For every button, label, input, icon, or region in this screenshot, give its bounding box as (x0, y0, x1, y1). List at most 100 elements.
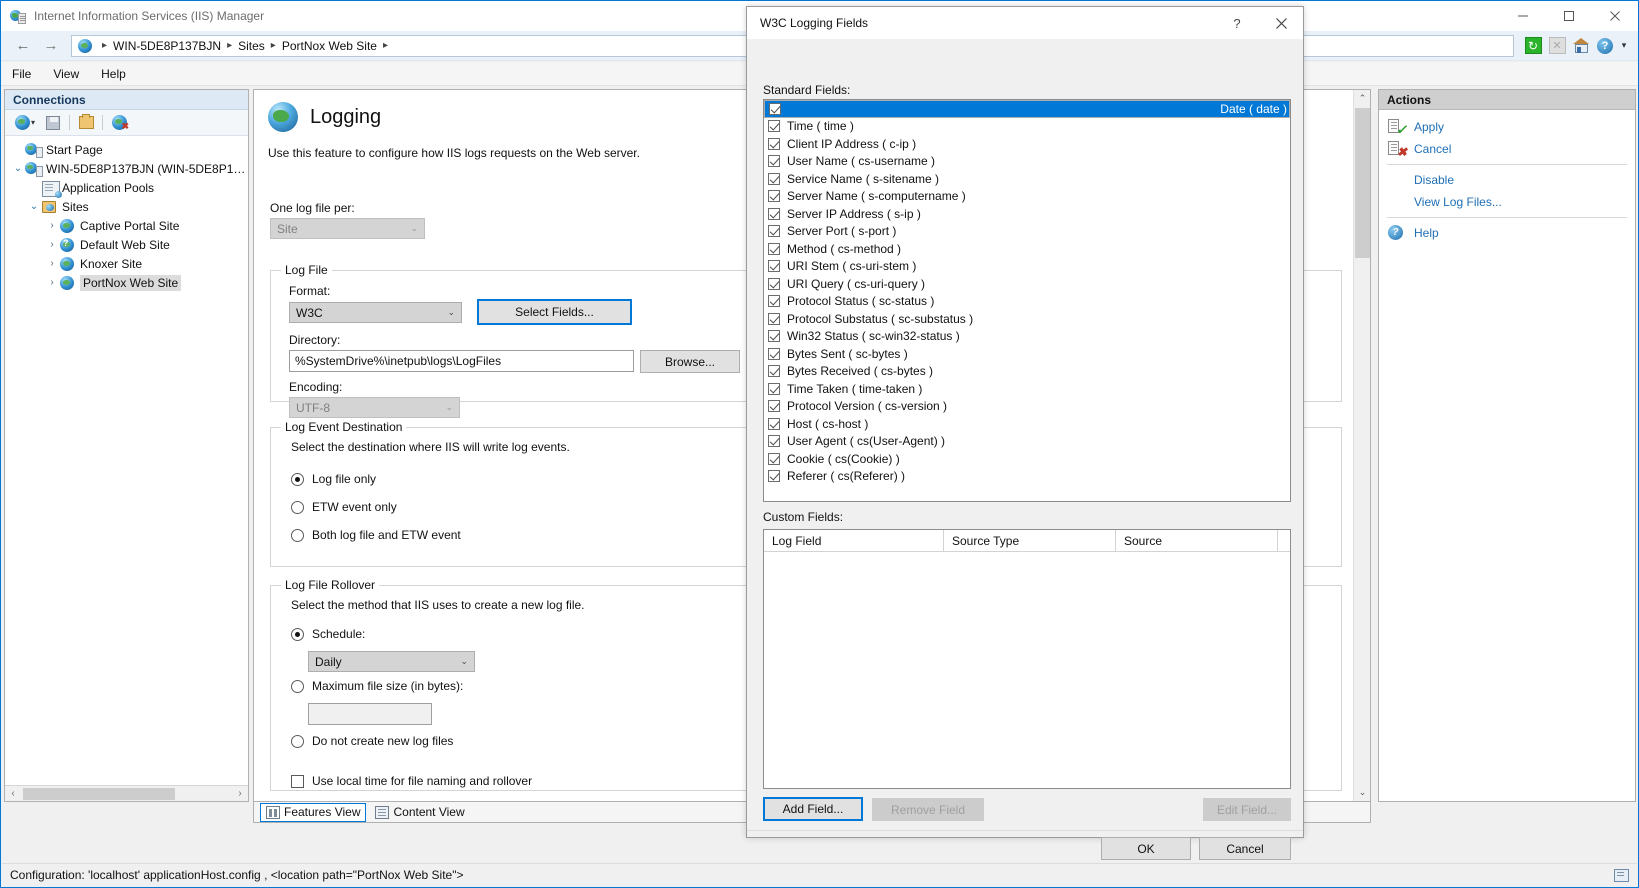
chevron-right-icon[interactable]: › (45, 277, 59, 288)
tree-item-knoxer-site[interactable]: › Knoxer Site (11, 254, 248, 273)
checkbox-indicator[interactable] (768, 120, 780, 133)
column-header-source[interactable]: Source (1116, 530, 1278, 551)
checkbox-indicator[interactable] (768, 365, 780, 378)
maximum-file-size-input[interactable] (308, 703, 432, 725)
column-header-log-field[interactable]: Log Field (764, 530, 944, 551)
breadcrumb-item-server[interactable]: WIN-5DE8P137BJN (113, 39, 221, 53)
hscroll-thumb[interactable] (23, 787, 175, 800)
encoding-select[interactable]: UTF-8 ⌄ (289, 397, 460, 418)
home-button[interactable] (1570, 35, 1592, 57)
stop-button[interactable]: ✕ (1546, 35, 1568, 57)
action-help[interactable]: ? Help (1379, 222, 1635, 244)
vscroll-thumb[interactable] (1355, 108, 1370, 258)
standard-field-row[interactable]: User Name ( cs-username ) (764, 153, 1290, 171)
standard-field-row[interactable]: Server Name ( s-computername ) (764, 188, 1290, 206)
standard-field-row[interactable]: Client IP Address ( c-ip ) (764, 135, 1290, 153)
radio-do-not-create-new-log-files[interactable]: Do not create new log files (291, 734, 453, 748)
action-apply[interactable]: ✓ Apply (1379, 116, 1635, 138)
column-header-source-type[interactable]: Source Type (944, 530, 1116, 551)
checkbox-indicator[interactable] (768, 417, 780, 430)
checkbox-indicator[interactable] (768, 225, 780, 238)
tree-item-sites[interactable]: ⌄ Sites (11, 197, 248, 216)
connect-to-server-button[interactable]: ▾ (11, 113, 39, 133)
chevron-right-icon[interactable]: › (45, 239, 59, 250)
standard-field-row[interactable]: Date ( date ) (764, 100, 1290, 118)
add-field-button[interactable]: Add Field... (763, 797, 863, 821)
minimize-button[interactable] (1500, 1, 1546, 31)
action-disable[interactable]: Disable (1379, 169, 1635, 191)
ok-button[interactable]: OK (1101, 837, 1191, 860)
radio-maximum-file-size[interactable]: Maximum file size (in bytes): (291, 679, 463, 693)
connections-hscrollbar[interactable]: ‹ › (5, 785, 248, 801)
standard-field-row[interactable]: Referer ( cs(Referer) ) (764, 468, 1290, 486)
action-view-log-files[interactable]: View Log Files... (1379, 191, 1635, 213)
disconnect-button[interactable]: ✖ (108, 113, 130, 133)
radio-schedule[interactable]: Schedule: (291, 627, 365, 641)
tab-features-view[interactable]: Features View (260, 802, 367, 822)
standard-field-row[interactable]: Protocol Substatus ( sc-substatus ) (764, 310, 1290, 328)
standard-field-row[interactable]: Cookie ( cs(Cookie) ) (764, 450, 1290, 468)
checkbox-indicator[interactable] (768, 452, 780, 465)
checkbox-indicator[interactable] (768, 435, 780, 448)
standard-field-row[interactable]: Server Port ( s-port ) (764, 223, 1290, 241)
tree-item-default-web-site[interactable]: › Default Web Site (11, 235, 248, 254)
hscroll-track[interactable] (21, 786, 232, 801)
dialog-close-button[interactable] (1259, 7, 1303, 39)
tree-item-application-pools[interactable]: Application Pools (11, 178, 248, 198)
custom-fields-listbox[interactable]: Log Field Source Type Source (763, 529, 1291, 789)
radio-log-file-only[interactable]: Log file only (291, 472, 376, 486)
checkbox-use-local-time[interactable]: Use local time for file naming and rollo… (291, 774, 532, 788)
select-fields-button[interactable]: Select Fields... (477, 299, 632, 325)
save-connections-button[interactable] (42, 113, 64, 133)
breadcrumb-item-site[interactable]: PortNox Web Site (282, 39, 377, 53)
checkbox-indicator[interactable] (768, 470, 780, 483)
standard-field-row[interactable]: Time ( time ) (764, 118, 1290, 136)
checkbox-indicator[interactable] (768, 400, 780, 413)
tab-content-view[interactable]: Content View (370, 803, 469, 822)
checkbox-indicator[interactable] (769, 102, 781, 115)
menu-item-view[interactable]: View (42, 65, 90, 83)
help-dropdown-button[interactable]: ▾ (1618, 35, 1630, 57)
tree-item-captive-portal-site[interactable]: › Captive Portal Site (11, 216, 248, 235)
checkbox-indicator[interactable] (768, 137, 780, 150)
one-log-file-per-select[interactable]: Site ⌄ (270, 218, 425, 239)
directory-input[interactable]: %SystemDrive%\inetpub\logs\LogFiles (289, 350, 634, 372)
cancel-button[interactable]: Cancel (1199, 837, 1291, 860)
menu-item-help[interactable]: Help (90, 65, 137, 83)
checkbox-indicator[interactable] (768, 242, 780, 255)
help-button[interactable]: ? (1594, 35, 1616, 57)
format-select[interactable]: W3C ⌄ (289, 302, 462, 323)
chevron-right-icon[interactable]: › (45, 258, 59, 269)
refresh-button[interactable]: ↻ (1522, 35, 1544, 57)
checkbox-indicator[interactable] (768, 347, 780, 360)
chevron-down-icon[interactable]: ⌄ (11, 163, 25, 174)
browse-button[interactable]: Browse... (640, 350, 740, 373)
checkbox-indicator[interactable] (768, 155, 780, 168)
standard-field-row[interactable]: Bytes Sent ( sc-bytes ) (764, 345, 1290, 363)
scroll-right-icon[interactable]: › (232, 788, 248, 799)
standard-field-row[interactable]: Bytes Received ( cs-bytes ) (764, 363, 1290, 381)
close-button[interactable] (1592, 1, 1638, 31)
back-button[interactable]: ← (9, 35, 37, 57)
open-connection-button[interactable] (75, 113, 97, 133)
standard-field-row[interactable]: Protocol Status ( sc-status ) (764, 293, 1290, 311)
tree-item-start-page[interactable]: Start Page (11, 140, 248, 159)
checkbox-indicator[interactable] (768, 382, 780, 395)
chevron-down-icon[interactable]: ⌄ (27, 201, 41, 212)
content-vscrollbar[interactable]: ⌃ ⌄ (1353, 90, 1370, 801)
dialog-help-button[interactable]: ? (1215, 7, 1259, 39)
standard-field-row[interactable]: Win32 Status ( sc-win32-status ) (764, 328, 1290, 346)
action-cancel[interactable]: ✖ Cancel (1379, 138, 1635, 160)
standard-field-row[interactable]: Host ( cs-host ) (764, 415, 1290, 433)
standard-field-row[interactable]: Protocol Version ( cs-version ) (764, 398, 1290, 416)
checkbox-indicator[interactable] (768, 295, 780, 308)
checkbox-indicator[interactable] (768, 190, 780, 203)
schedule-select[interactable]: Daily ⌄ (308, 651, 475, 672)
standard-field-row[interactable]: Server IP Address ( s-ip ) (764, 205, 1290, 223)
standard-fields-listbox[interactable]: Date ( date ) Time ( time ) Client IP Addr… (763, 99, 1291, 502)
forward-button[interactable]: → (37, 35, 65, 57)
scroll-up-icon[interactable]: ⌃ (1354, 90, 1370, 107)
standard-field-row[interactable]: URI Stem ( cs-uri-stem ) (764, 258, 1290, 276)
checkbox-indicator[interactable] (768, 330, 780, 343)
checkbox-indicator[interactable] (768, 277, 780, 290)
